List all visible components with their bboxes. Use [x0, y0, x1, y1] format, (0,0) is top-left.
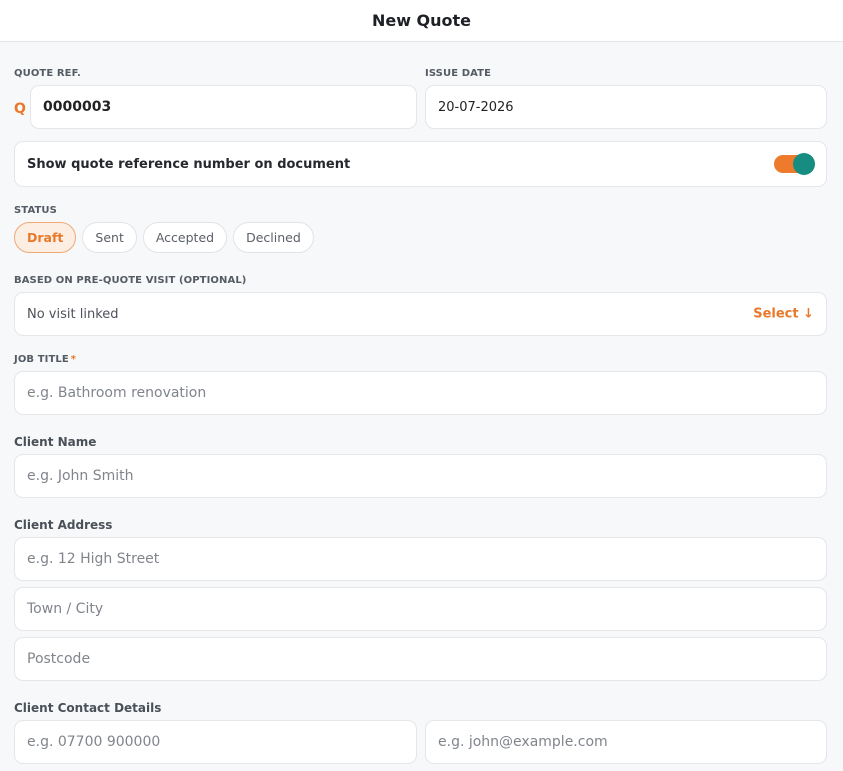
show-ref-toggle[interactable]	[774, 153, 815, 175]
quote-ref-label: QUOTE REF.	[14, 68, 81, 79]
town-city-input[interactable]	[14, 587, 827, 631]
status-chip-accepted[interactable]: Accepted	[142, 222, 228, 253]
quote-ref-prefix: Q	[14, 101, 26, 117]
status-chip-declined[interactable]: Declined	[233, 222, 314, 253]
issue-date-input[interactable]: 20-07-2026	[425, 85, 827, 129]
pre-quote-visit-value: No visit linked	[27, 306, 119, 322]
email-input[interactable]	[425, 720, 827, 764]
job-title-input[interactable]	[14, 371, 827, 415]
client-address-label: Client Address	[14, 518, 113, 532]
quote-ref-input[interactable]: 0000003	[30, 85, 417, 129]
show-ref-toggle-label: Show quote reference number on document	[27, 156, 351, 172]
select-visit-button[interactable]: Select ↓	[753, 307, 814, 322]
client-name-input[interactable]	[14, 454, 827, 498]
client-name-label: Client Name	[14, 435, 97, 449]
postcode-input[interactable]	[14, 637, 827, 681]
issue-date-label: ISSUE DATE	[425, 68, 492, 79]
pre-quote-visit-field[interactable]: No visit linked Select ↓	[14, 292, 827, 336]
address-line1-input[interactable]	[14, 537, 827, 581]
top-bar: New Quote	[0, 0, 843, 42]
status-chip-draft[interactable]: Draft	[14, 222, 77, 253]
pre-quote-visit-label: BASED ON PRE-QUOTE VISIT (OPTIONAL)	[14, 275, 247, 286]
status-label: STATUS	[14, 205, 57, 216]
required-marker: *	[70, 354, 77, 365]
show-ref-toggle-row: Show quote reference number on document	[14, 141, 827, 187]
status-chip-group: Draft Sent Accepted Declined	[14, 222, 314, 253]
page-title: New Quote	[371, 11, 472, 30]
status-chip-sent[interactable]: Sent	[82, 222, 137, 253]
client-contact-label: Client Contact Details	[14, 701, 162, 715]
toggle-knob	[793, 153, 815, 175]
phone-input[interactable]	[14, 720, 417, 764]
job-title-label: JOB TITLE *	[14, 354, 77, 365]
